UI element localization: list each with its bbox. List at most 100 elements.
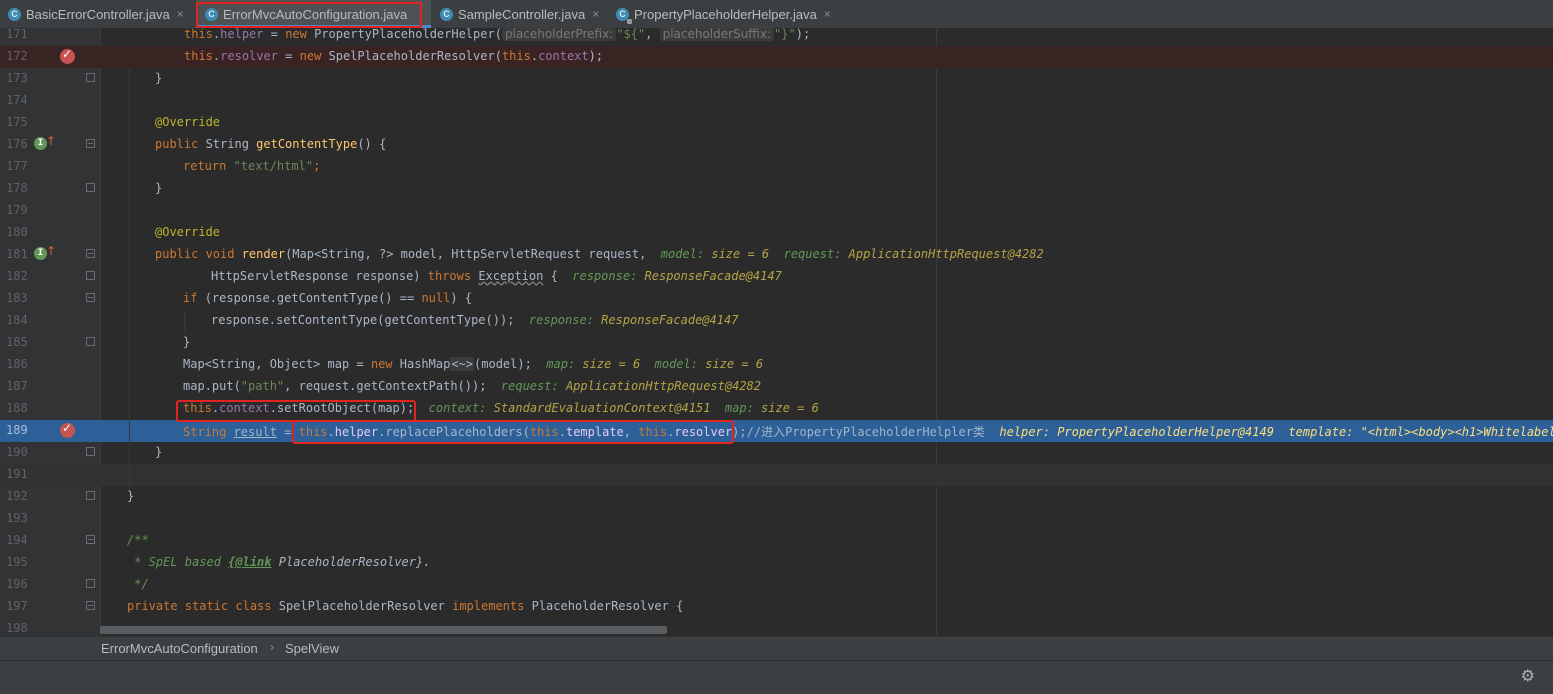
tab-error-mvc-auto-configuration[interactable]: C ErrorMvcAutoConfiguration.java (196, 0, 431, 28)
line-number: 195 (6, 555, 28, 569)
fold-end-icon[interactable] (86, 73, 95, 82)
breakpoint-icon[interactable] (60, 421, 75, 438)
code-text: Map<String, Object> map = new HashMap<~>… (183, 357, 764, 371)
code-line-190[interactable]: 190 } (0, 442, 1553, 464)
code-editor[interactable]: 171 this.helper = new PropertyPlaceholde… (0, 28, 1553, 636)
fold-toggle-icon[interactable] (86, 249, 95, 258)
code-line-197[interactable]: 197 private static class SpelPlaceholder… (0, 596, 1553, 618)
code-line-196[interactable]: 196 */ (0, 574, 1553, 596)
code-line-191[interactable]: 191 (0, 464, 1553, 486)
tab-basic-error-controller[interactable]: C BasicErrorController.java × (8, 0, 193, 28)
gear-icon[interactable]: ⚙ (1521, 666, 1535, 685)
fold-end-icon[interactable] (86, 491, 95, 500)
line-number: 197 (6, 599, 28, 613)
fold-end-icon[interactable] (86, 337, 95, 346)
code-line-175[interactable]: 175 @Override (0, 112, 1553, 134)
code-text: } (155, 71, 163, 85)
fold-end-icon[interactable] (86, 447, 95, 456)
code-text: } (183, 335, 191, 349)
code-text: String result = this.helper.replacePlace… (183, 423, 1553, 440)
tab-property-placeholder-helper[interactable]: C PropertyPlaceholderHelper.java × (616, 0, 842, 28)
class-icon: C (205, 7, 218, 21)
close-icon[interactable]: × (824, 7, 831, 21)
code-text: @Override (155, 225, 221, 239)
indent-guide (129, 68, 130, 488)
horizontal-scrollbar[interactable] (100, 626, 667, 634)
close-icon[interactable]: × (592, 7, 599, 21)
line-number: 187 (6, 379, 28, 393)
line-number: 191 (6, 467, 28, 481)
param-hint: placeholderSuffix: (659, 28, 775, 41)
class-lock-icon: C (616, 7, 632, 24)
debug-value-name: response: (528, 313, 594, 327)
code-line-177[interactable]: 177 return "text/html"; (0, 156, 1553, 178)
code-line-172[interactable]: 172 this.resolver = new SpelPlaceholderR… (0, 46, 1553, 68)
code-line-195[interactable]: 195 * SpEL based {@link PlaceholderResol… (0, 552, 1553, 574)
code-line-189-current-execution[interactable]: 189 String result = this.helper.replaceP… (0, 420, 1553, 442)
code-line-183[interactable]: 183 if (response.getContentType() == nul… (0, 288, 1553, 310)
line-number: 184 (6, 313, 28, 327)
line-number: 183 (6, 291, 28, 305)
code-line-186[interactable]: 186 Map<String, Object> map = new HashMa… (0, 354, 1553, 376)
tab-sample-controller[interactable]: C SampleController.java × (440, 0, 612, 28)
code-line-181[interactable]: 181 I ↑ public void render(Map<String, ?… (0, 244, 1553, 266)
breadcrumb-item-class[interactable]: ErrorMvcAutoConfiguration (101, 641, 258, 656)
tab-label: ErrorMvcAutoConfiguration.java (223, 6, 408, 22)
code-line-171[interactable]: 171 this.helper = new PropertyPlaceholde… (0, 28, 1553, 46)
fold-end-icon[interactable] (86, 579, 95, 588)
chevron-right-icon: › (270, 640, 274, 654)
close-icon[interactable]: × (177, 7, 184, 21)
code-line-185[interactable]: 185 } (0, 332, 1553, 354)
code-line-179[interactable]: 179 (0, 200, 1553, 222)
fold-toggle-icon[interactable] (86, 293, 95, 302)
debug-value: StandardEvaluationContext@4151 (493, 401, 711, 415)
editor-tab-bar: C BasicErrorController.java × C ErrorMvc… (0, 0, 1553, 29)
code-text: this.resolver = new SpelPlaceholderResol… (184, 49, 604, 63)
line-number: 175 (6, 115, 28, 129)
line-number: 174 (6, 93, 28, 107)
line-number: 180 (6, 225, 28, 239)
code-text: response.setContentType(getContentType()… (211, 313, 739, 327)
debug-value-name: model: (660, 247, 705, 261)
code-text: @Override (155, 115, 221, 129)
debug-value: ResponseFacade@4147 (644, 269, 782, 283)
line-number: 198 (6, 621, 28, 635)
fold-end-icon[interactable] (86, 183, 95, 192)
line-number: 193 (6, 511, 28, 525)
fold-toggle-icon[interactable] (86, 139, 95, 148)
breadcrumb-item-inner-class[interactable]: SpelView (285, 641, 339, 656)
debug-value-name: map: (724, 401, 754, 415)
code-text: this.helper = new PropertyPlaceholderHel… (184, 28, 811, 41)
code-line-176[interactable]: 176 I ↑ public String getContentType() { (0, 134, 1553, 156)
debug-value: size = 6 (582, 357, 641, 371)
debug-value-name: context: (428, 401, 487, 415)
debug-value-name: model: (654, 357, 699, 371)
debug-value: PropertyPlaceholderHelper@4149 (1057, 425, 1274, 439)
debug-value: size = 6 (705, 357, 764, 371)
breakpoint-icon[interactable] (60, 47, 75, 64)
fold-toggle-icon[interactable] (86, 535, 95, 544)
debug-value-name: request: (783, 247, 842, 261)
code-line-192[interactable]: 192 } (0, 486, 1553, 508)
code-line-188[interactable]: 188 this.context.setRootObject(map); con… (0, 398, 1553, 420)
code-text: public String getContentType() { (155, 137, 387, 151)
debug-value-name: helper: (999, 425, 1050, 439)
fold-toggle-icon[interactable] (86, 601, 95, 610)
code-line-182[interactable]: 182 HttpServletResponse response) throws… (0, 266, 1553, 288)
fold-toggle-icon[interactable] (86, 271, 95, 280)
code-line-173[interactable]: 173 } (0, 68, 1553, 90)
code-line-187[interactable]: 187 map.put("path", request.getContextPa… (0, 376, 1553, 398)
debug-value: ApplicationHttpRequest@4282 (565, 379, 762, 393)
code-line-184[interactable]: 184 response.setContentType(getContentTy… (0, 310, 1553, 332)
code-line-193[interactable]: 193 (0, 508, 1553, 530)
line-number: 179 (6, 203, 28, 217)
code-line-180[interactable]: 180 @Override (0, 222, 1553, 244)
code-line-178[interactable]: 178 } (0, 178, 1553, 200)
arrow-up-icon: ↑ (46, 134, 57, 148)
line-number: 172 (6, 49, 28, 63)
code-line-194[interactable]: 194 /** (0, 530, 1553, 552)
class-icon: C (8, 7, 21, 21)
debug-value-name: response: (572, 269, 638, 283)
code-line-174[interactable]: 174 (0, 90, 1553, 112)
line-number: 194 (6, 533, 28, 547)
